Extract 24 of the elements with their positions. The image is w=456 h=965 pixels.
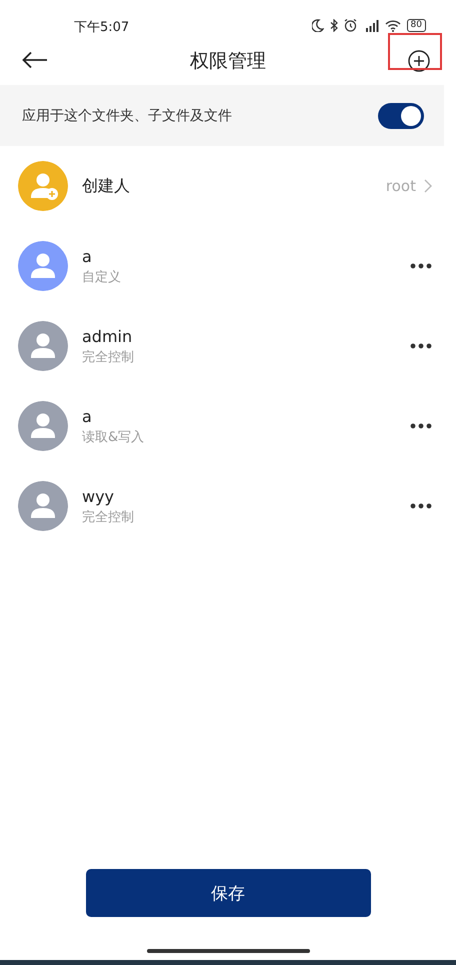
bluetooth-icon [330,18,338,32]
page-title: 权限管理 [190,49,266,74]
more-icon[interactable] [410,343,432,349]
permission-label: 自定义 [82,268,122,286]
apply-option-label: 应用于这个文件夹、子文件及文件 [22,106,232,124]
save-button[interactable]: 保存 [86,869,370,917]
toggle-switch[interactable] [378,102,424,128]
user-name: a [82,246,93,266]
status-time: 下午5:07 [74,19,130,36]
more-icon[interactable] [410,503,432,509]
moon-icon [312,18,324,32]
permission-label: 完全控制 [82,508,135,526]
permission-label: 读取&写入 [82,428,146,446]
wifi-icon [384,18,401,32]
battery-level: 80 [406,18,426,32]
user-name: a [82,406,93,426]
add-icon[interactable] [408,50,430,72]
alarm-icon [344,18,357,32]
more-icon[interactable] [410,263,432,269]
user-name: admin [82,326,134,346]
more-icon[interactable] [410,423,432,429]
user-name: wyy [82,486,116,506]
creator-label: 创建人 [82,176,131,196]
permission-label: 完全控制 [82,348,135,366]
